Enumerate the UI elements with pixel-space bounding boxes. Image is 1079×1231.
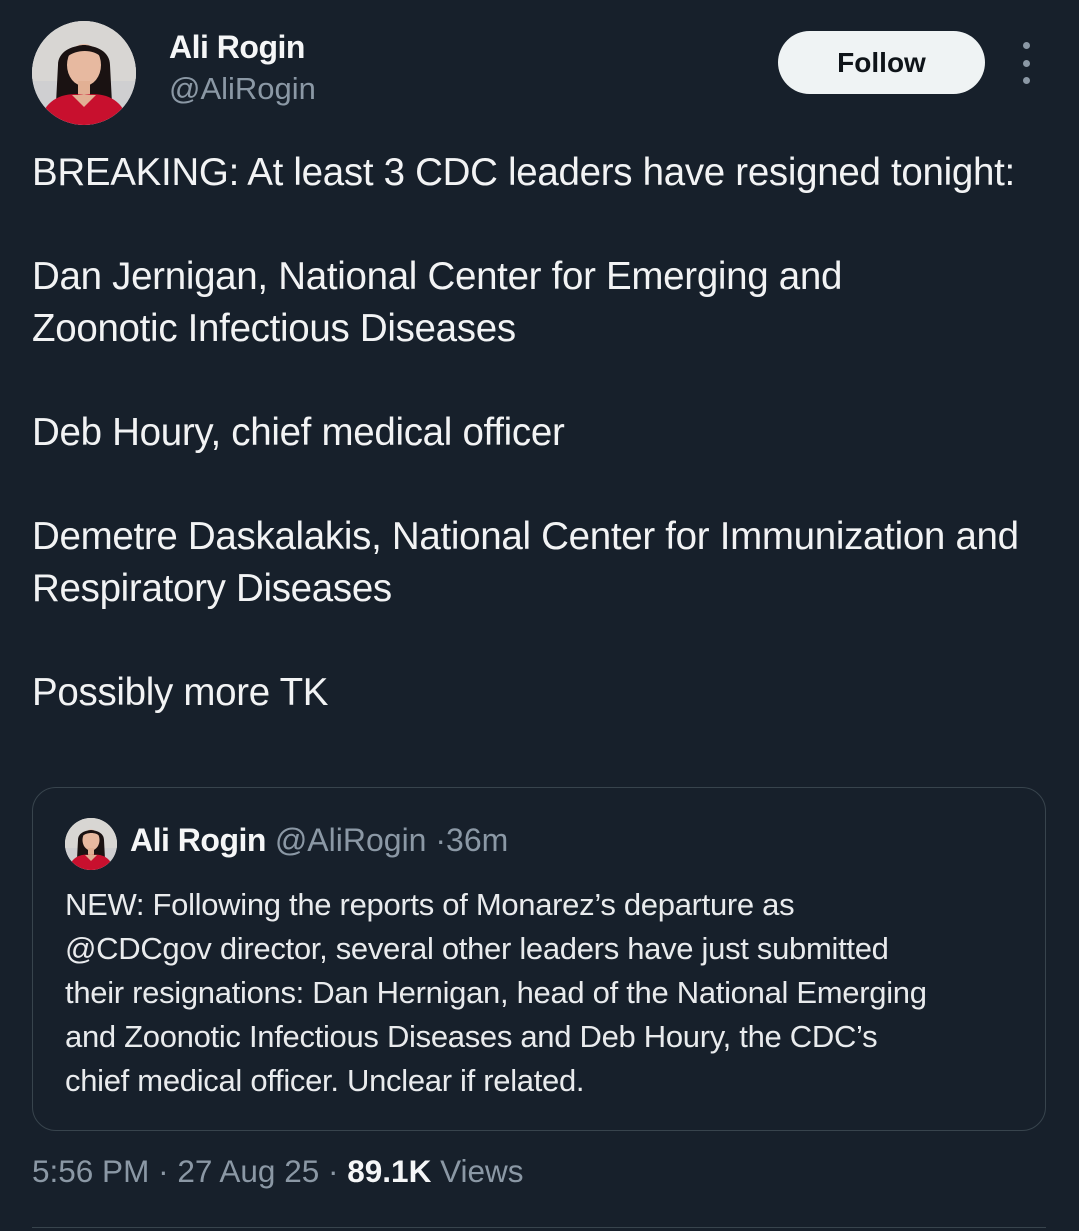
follow-button[interactable]: Follow: [778, 31, 985, 94]
tweet-paragraph: Possibly more TK: [32, 671, 329, 714]
dot-icon: [1022, 42, 1030, 49]
more-vertical-icon[interactable]: [1010, 42, 1042, 84]
author-handle[interactable]: @AliRogin: [169, 71, 316, 107]
quoted-text-line: NEW: Following the reports of Monarez’s …: [65, 887, 795, 922]
separator-dot: ·: [435, 822, 447, 858]
quoted-text-line: @CDCgov director, several other leaders …: [65, 931, 889, 966]
quoted-text-line: chief medical officer. Unclear if relate…: [65, 1063, 585, 1098]
tweet-text: BREAKING: At least 3 CDC leaders have re…: [32, 147, 1042, 719]
quoted-author-avatar: [65, 818, 117, 870]
quoted-tweet-card[interactable]: Ali Rogin @AliRogin ·36m NEW: Following …: [32, 787, 1046, 1131]
profile-photo-icon: [32, 21, 136, 125]
tweet-meta: 5:56 PM · 27 Aug 25 · 89.1K Views: [32, 1153, 524, 1190]
tweet-paragraph: Dan Jernigan, National Center for Emergi…: [32, 255, 843, 350]
tweet-time[interactable]: 5:56 PM: [32, 1153, 149, 1189]
quoted-author-handle: @AliRogin: [274, 822, 427, 858]
profile-photo-icon: [65, 818, 117, 870]
quoted-author-name: Ali Rogin: [130, 822, 266, 858]
author-avatar[interactable]: [32, 21, 136, 125]
views-count[interactable]: 89.1K: [347, 1153, 431, 1189]
separator-dot: ·: [328, 1153, 339, 1189]
separator-dot: ·: [158, 1153, 169, 1189]
tweet-paragraph: Demetre Daskalakis, National Center for …: [32, 515, 1019, 610]
quoted-text-line: their resignations: Dan Hernigan, head o…: [65, 975, 927, 1010]
dot-icon: [1022, 59, 1030, 67]
quoted-text-line: and Zoonotic Infectious Diseases and Deb…: [65, 1019, 878, 1054]
dot-icon: [1022, 77, 1030, 84]
author-name[interactable]: Ali Rogin: [169, 29, 305, 66]
tweet-date[interactable]: 27 Aug 25: [177, 1153, 319, 1189]
tweet-paragraph: BREAKING: At least 3 CDC leaders have re…: [32, 151, 1015, 194]
quoted-tweet-text: NEW: Following the reports of Monarez’s …: [65, 883, 1025, 1103]
divider: [32, 1227, 1046, 1228]
quoted-tweet-time: 36m: [446, 822, 509, 858]
views-label: Views: [440, 1153, 524, 1189]
quoted-tweet-header: Ali Rogin @AliRogin ·36m: [130, 822, 508, 859]
tweet-paragraph: Deb Houry, chief medical officer: [32, 411, 565, 454]
tweet: Ali Rogin @AliRogin Follow BREAKING: At …: [0, 0, 1079, 1231]
